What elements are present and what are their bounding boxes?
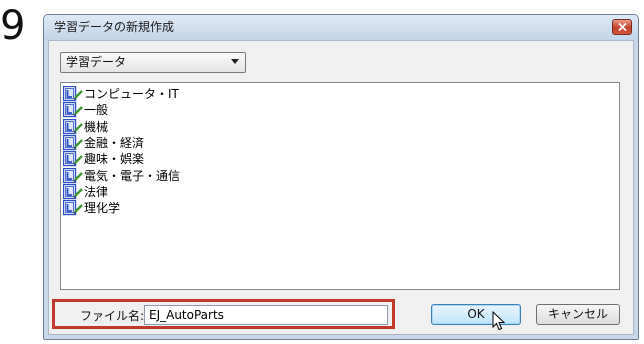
list-item-label: 法律 <box>84 184 109 199</box>
window-title: 学習データの新規作成 <box>54 20 175 34</box>
data-type-dropdown[interactable]: 学習データ <box>60 52 246 73</box>
list-item-label: コンピュータ・IT <box>84 87 179 101</box>
step-number: 9 <box>0 3 26 49</box>
dropdown-selected-value: 学習データ <box>66 55 127 69</box>
list-item-label: 一般 <box>84 103 109 118</box>
list-item-label: 電気・電子・通信 <box>84 168 181 183</box>
dialog-window: 学習データの新規作成 学習データ コンピュータ・IT 一般 機械 金融・経済趣味・娯楽… <box>43 14 639 340</box>
ok-button[interactable]: OK <box>431 304 521 325</box>
filename-value: EJ_AutoParts <box>149 308 224 322</box>
list-item-label: 機械 <box>84 119 109 134</box>
filename-input[interactable]: EJ_AutoParts <box>144 305 388 325</box>
filename-label: ファイル名: <box>80 309 145 323</box>
list-item-label: 理化学 <box>84 201 121 216</box>
close-button[interactable] <box>612 19 632 35</box>
cancel-button[interactable]: キャンセル <box>536 304 620 325</box>
list-item-label: 趣味・娯楽 <box>84 152 145 167</box>
bottom-bar: ファイル名: EJ_AutoParts OK キャンセル <box>49 291 633 334</box>
mouse-cursor-icon <box>492 311 506 331</box>
chevron-down-icon <box>231 59 239 64</box>
dialog-content: 学習データ コンピュータ・IT 一般 機械 金融・経済趣味・娯楽 電気・電子・通信 法律理… <box>48 40 634 335</box>
list-item-label: 金融・経済 <box>84 135 145 150</box>
dictionary-list[interactable]: コンピュータ・IT 一般 機械 金融・経済趣味・娯楽 電気・電子・通信 法律理化学 <box>60 82 620 290</box>
title-bar[interactable]: 学習データの新規作成 <box>44 15 638 40</box>
close-icon <box>618 23 627 31</box>
